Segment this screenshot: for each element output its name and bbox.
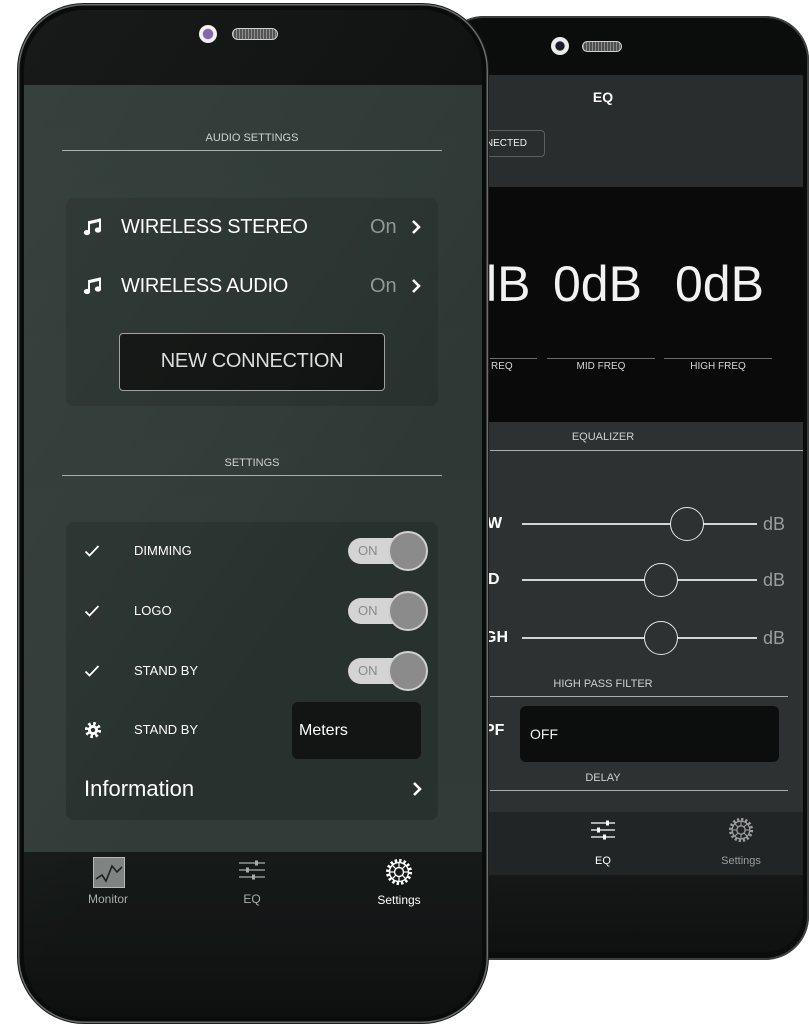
settings-content: AUDIO SETTINGS WIRELESS STEREO On WIRELE… [24,85,482,852]
chevron-right-icon [412,781,422,797]
standby-toggle-row: STAND BY ON [66,651,438,691]
eq-unit-label: dB [763,628,786,648]
gear-icon [84,721,102,739]
standby-label: STAND BY [134,663,199,678]
eq-band-low: W dB [446,504,803,544]
divider [490,358,537,359]
eq-slider-knob[interactable] [669,507,704,541]
toggle-knob[interactable] [388,651,428,691]
logo-label: LOGO [134,603,172,618]
equalizer-section: EQUALIZER W dB D dB GH dB HIGH PASS FILT… [446,422,803,812]
front-phone: AUDIO SETTINGS WIRELESS STEREO On WIRELE… [18,4,488,1023]
divider [490,450,803,451]
check-icon [84,663,100,679]
hpf-value: OFF [530,726,558,742]
divider [62,475,442,476]
wireless-audio-label: WIRELESS AUDIO [121,275,288,297]
hpf-select[interactable]: OFF [520,706,779,762]
back-bottom-nav: EQ Settings [446,812,803,875]
information-row[interactable]: Information [66,769,438,809]
mid-gain-readout: 0dB [553,256,642,312]
wireless-audio-value: On [370,275,397,297]
front-camera-icon [551,37,569,55]
information-label: Information [84,776,195,801]
logo-row: LOGO ON [66,591,438,631]
settings-gear-icon[interactable] [728,817,754,843]
chevron-right-icon [411,278,421,294]
low-gain-readout: lB [486,256,531,312]
new-connection-button[interactable]: NEW CONNECTION [119,333,385,391]
eq-band-mid: D dB [446,560,803,600]
front-camera-icon [199,25,217,43]
standby-dropdown-value: Meters [299,722,348,739]
high-pass-filter-title: HIGH PASS FILTER [553,678,653,690]
divider [664,358,772,359]
settings-gear-icon[interactable] [385,858,413,886]
front-phone-screen: AUDIO SETTINGS WIRELESS STEREO On WIRELE… [24,10,482,1017]
eq-unit-label: dB [763,570,786,590]
back-phone: EQ NECTED lB 0dB 0dB REQ MID FREQ HIGH F… [440,16,809,960]
gain-readout-panel: lB 0dB 0dB REQ MID FREQ HIGH FREQ [446,187,803,422]
delay-title: DELAY [585,772,621,784]
check-icon [84,603,100,619]
audio-settings-title: AUDIO SETTINGS [205,132,299,144]
wireless-stereo-value: On [370,216,397,238]
high-gain-readout: 0dB [675,256,764,312]
divider [490,696,788,697]
mid-freq-label: MID FREQ [576,361,626,372]
standby-dropdown[interactable]: Meters [292,702,421,759]
toggle-state: ON [358,543,378,558]
eq-unit-label: dB [763,514,786,534]
high-freq-label: HIGH FREQ [690,361,746,372]
divider [547,358,655,359]
nav-eq-label[interactable]: EQ [563,854,643,868]
eq-header: EQ NECTED [446,75,803,187]
toggle-knob[interactable] [388,531,428,571]
dimming-row: DIMMING ON [66,531,438,571]
eq-band-high: GH dB [446,618,803,658]
page-title: EQ [592,89,614,105]
toggle-state: ON [358,603,378,618]
music-note-icon [83,217,103,237]
monitor-icon[interactable] [93,857,125,888]
low-freq-label: REQ [491,361,513,372]
speaker-grill [582,41,622,52]
eq-slider-knob[interactable] [643,621,678,655]
eq-slider-track[interactable] [522,563,757,597]
toggle-state: ON [358,663,378,678]
nav-monitor-label[interactable]: Monitor [68,892,148,906]
check-icon [84,543,100,559]
back-notch [446,22,803,75]
eq-slider-track[interactable] [522,507,757,541]
wireless-stereo-label: WIRELESS STEREO [121,216,308,238]
standby-select-label: STAND BY [134,722,199,737]
eq-slider-knob[interactable] [643,563,678,597]
front-notch [24,10,482,85]
speaker-grill [232,28,278,40]
divider [490,790,788,791]
settings-title: SETTINGS [224,457,280,469]
front-bottom-nav: Monitor EQ Settings [24,852,482,1017]
nav-settings-label[interactable]: Settings [701,854,781,868]
eq-slider-track[interactable] [522,621,757,655]
nav-settings-label[interactable]: Settings [359,893,439,907]
eq-band-label: W [487,515,503,532]
back-phone-chin [446,875,803,952]
wireless-stereo-row[interactable]: WIRELESS STEREO On [66,207,438,247]
back-phone-screen: EQ NECTED lB 0dB 0dB REQ MID FREQ HIGH F… [446,22,803,952]
audio-settings-card: WIRELESS STEREO On WIRELESS AUDIO On NEW… [66,198,438,406]
nav-eq-label[interactable]: EQ [212,892,292,906]
divider [62,150,442,151]
equalizer-title: EQUALIZER [571,431,635,443]
mockup-stage: EQ NECTED lB 0dB 0dB REQ MID FREQ HIGH F… [0,0,809,1025]
eq-sliders-icon[interactable] [590,820,616,840]
eq-sliders-icon[interactable] [238,860,266,880]
toggle-knob[interactable] [388,591,428,631]
chevron-right-icon [411,219,421,235]
dimming-label: DIMMING [134,543,192,558]
eq-band-label: D [488,571,500,588]
music-note-icon [83,276,103,296]
wireless-audio-row[interactable]: WIRELESS AUDIO On [66,266,438,306]
settings-card: DIMMING ON LOGO ON STAND BY ON STAND BY … [66,522,438,820]
